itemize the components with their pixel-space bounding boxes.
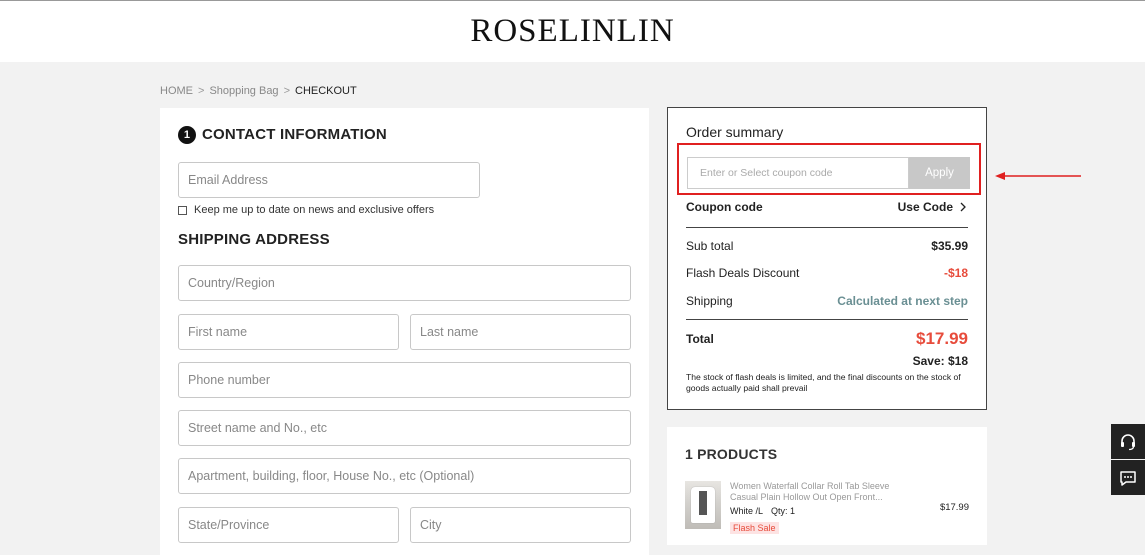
shipping-value: Calculated at next step — [837, 294, 968, 308]
checkout-form: 1 CONTACT INFORMATION Keep me up to date … — [160, 108, 649, 555]
discount-value: -$18 — [943, 266, 968, 280]
breadcrumb-home[interactable]: HOME — [160, 85, 193, 97]
save-amount: Save: $18 — [912, 354, 968, 368]
use-code-label: Use Code — [897, 200, 953, 214]
discount-row: Flash Deals Discount -$18 — [686, 266, 968, 280]
country-field-wrap — [178, 265, 631, 301]
support-button[interactable] — [1111, 424, 1145, 459]
coupon-code-row: Coupon code Use Code — [686, 200, 968, 214]
save-row: Save: $18 — [686, 354, 968, 368]
state-field-wrap — [178, 507, 399, 543]
contact-section-title: 1 CONTACT INFORMATION — [178, 126, 387, 144]
shipping-label: Shipping — [686, 294, 733, 308]
state-field[interactable] — [179, 508, 398, 542]
chat-button[interactable] — [1111, 460, 1145, 495]
shipping-row: Shipping Calculated at next step — [686, 294, 968, 308]
breadcrumb-shopping-bag[interactable]: Shopping Bag — [209, 85, 278, 97]
street-field-wrap — [178, 410, 631, 446]
total-value: $17.99 — [916, 329, 968, 348]
flash-sale-badge: Flash Sale — [730, 522, 779, 534]
city-field[interactable] — [411, 508, 630, 542]
chat-icon — [1120, 470, 1136, 486]
breadcrumb-separator: > — [198, 85, 205, 97]
product-price: $17.99 — [939, 502, 969, 513]
phone-field[interactable] — [179, 363, 630, 397]
email-field[interactable] — [179, 163, 479, 197]
city-field-wrap — [410, 507, 631, 543]
product-meta: White /L Qty: 1 — [730, 506, 803, 516]
newsletter-row: Keep me up to date on news and exclusive… — [178, 204, 434, 216]
products-panel: 1 PRODUCTS Women Waterfall Collar Roll T… — [667, 427, 987, 545]
breadcrumb-checkout: CHECKOUT — [295, 85, 357, 97]
product-image-inner — [699, 491, 707, 515]
floating-side-icons — [1111, 424, 1145, 496]
newsletter-label: Keep me up to date on news and exclusive… — [194, 204, 435, 216]
last-name-field[interactable] — [411, 315, 630, 349]
email-field-wrap — [178, 162, 480, 198]
apply-coupon-button[interactable]: Apply — [909, 157, 970, 189]
first-name-field[interactable] — [179, 315, 398, 349]
coupon-input[interactable] — [688, 158, 908, 188]
breadcrumb-separator: > — [283, 85, 290, 97]
brand-logo[interactable]: ROSELINLIN — [0, 13, 1145, 50]
order-summary-title: Order summary — [686, 124, 784, 140]
summary-divider — [686, 319, 968, 320]
product-variant: White /L — [730, 506, 764, 516]
site-header: ROSELINLIN — [0, 1, 1145, 62]
total-label: Total — [686, 332, 714, 346]
first-name-field-wrap — [178, 314, 399, 350]
breadcrumb: HOME > Shopping Bag > CHECKOUT — [160, 85, 357, 97]
step-badge: 1 — [178, 126, 196, 144]
apartment-field-wrap — [178, 458, 631, 494]
newsletter-checkbox[interactable] — [178, 205, 187, 215]
street-field[interactable] — [179, 411, 630, 445]
discount-label: Flash Deals Discount — [686, 266, 800, 280]
coupon-highlight-box: Apply — [677, 143, 981, 195]
product-qty: Qty: 1 — [771, 506, 796, 516]
product-name[interactable]: Women Waterfall Collar Roll Tab Sleeve C… — [730, 481, 905, 503]
coupon-input-wrap — [687, 157, 909, 189]
summary-divider — [686, 227, 968, 228]
use-code-link[interactable]: Use Code — [898, 200, 968, 214]
coupon-code-label: Coupon code — [686, 200, 763, 214]
last-name-field-wrap — [410, 314, 631, 350]
subtotal-value: $35.99 — [931, 239, 968, 253]
shipping-section-title: SHIPPING ADDRESS — [178, 231, 330, 248]
product-thumbnail[interactable] — [685, 481, 721, 529]
phone-field-wrap — [178, 362, 631, 398]
flash-deal-note: The stock of flash deals is limited, and… — [686, 372, 961, 393]
subtotal-label: Sub total — [686, 239, 734, 253]
products-title: 1 PRODUCTS — [685, 446, 778, 462]
contact-title-text: CONTACT INFORMATION — [202, 126, 387, 143]
order-summary: Order summary Apply Coupon code Use Code… — [667, 107, 987, 410]
apartment-field[interactable] — [179, 459, 630, 493]
subtotal-row: Sub total $35.99 — [686, 239, 968, 253]
headset-icon — [1121, 433, 1135, 450]
arrow-left-icon — [995, 172, 1081, 180]
chevron-right-icon — [960, 202, 966, 212]
country-field[interactable] — [179, 266, 630, 300]
total-row: Total $17.99 — [686, 326, 968, 352]
